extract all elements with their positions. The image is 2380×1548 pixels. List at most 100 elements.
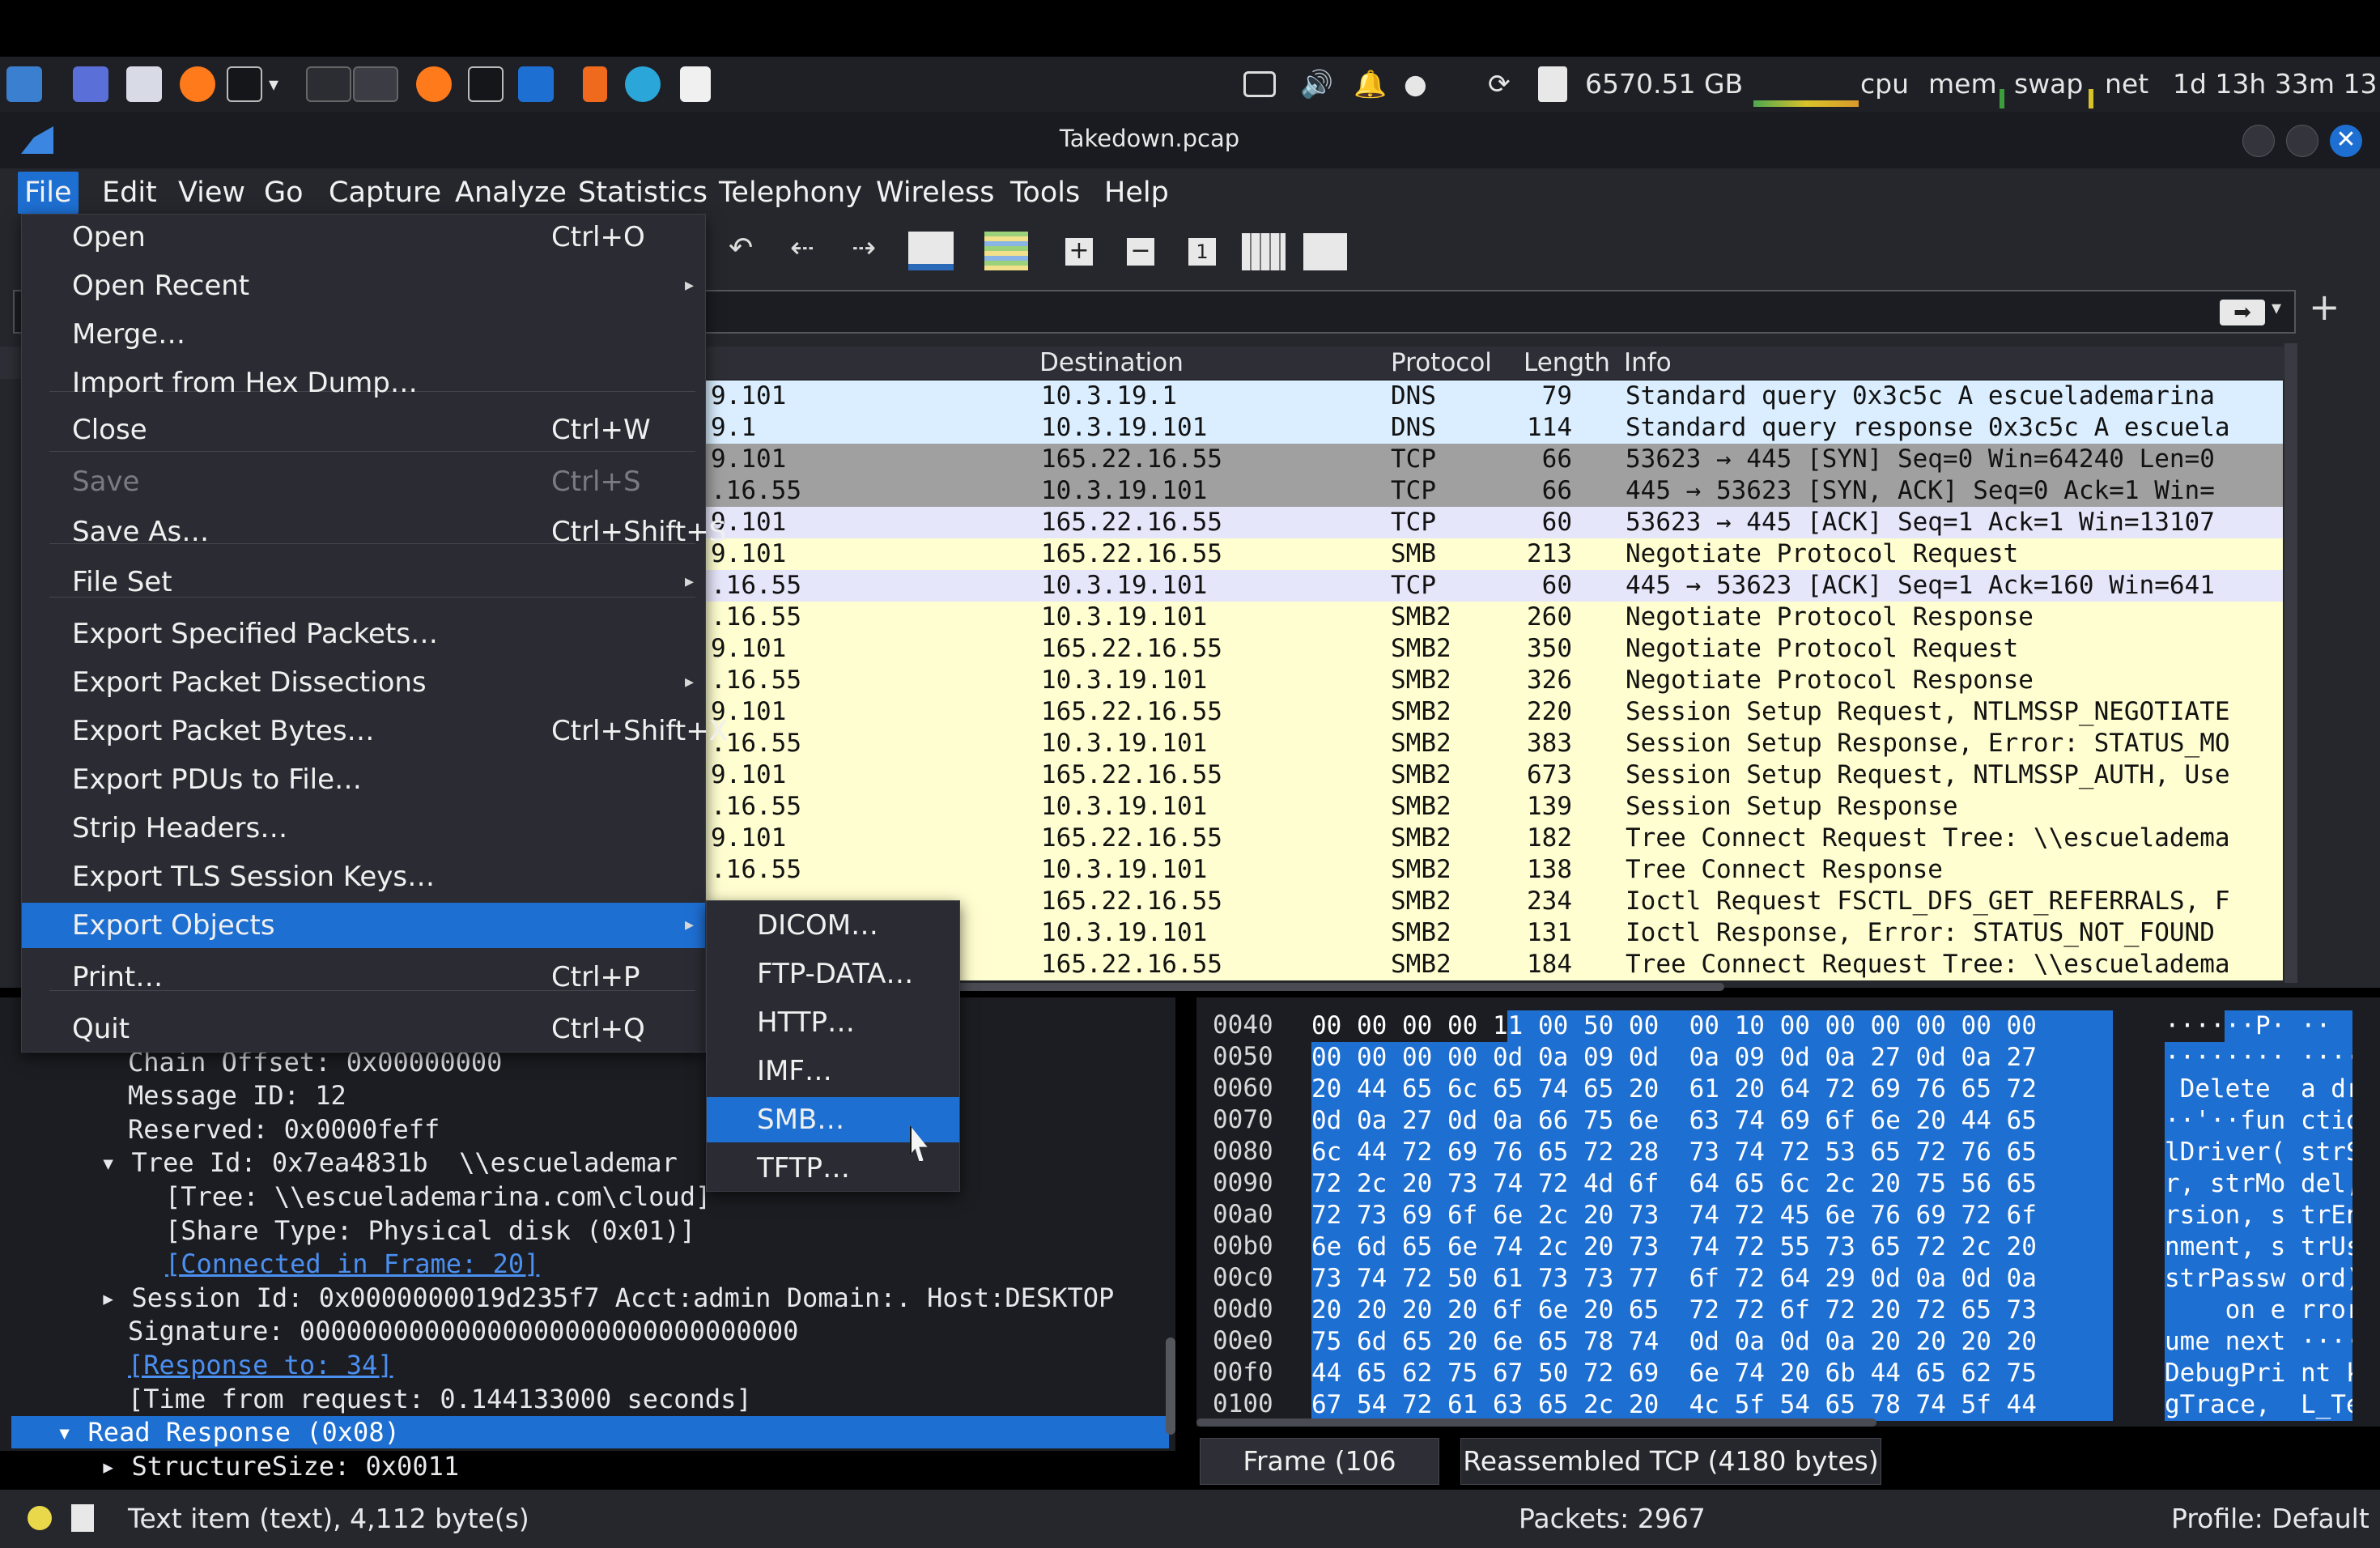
file-menu-item[interactable]: Quit Ctrl+Q (22, 1006, 705, 1052)
menu-statistics[interactable]: Statistics (572, 172, 714, 214)
tree-item[interactable]: Reserved: 0x0000feff (128, 1113, 440, 1146)
menu-wireless[interactable]: Wireless (869, 172, 1001, 214)
file-menu-item[interactable]: File Set ▸ (22, 559, 705, 605)
expert-info-icon[interactable] (28, 1506, 52, 1530)
file-menu-item[interactable]: Export Objects ▸ (22, 903, 705, 948)
tree-item[interactable]: [Time from request: 0.144133000 seconds] (128, 1383, 752, 1415)
wireshark-task-icon[interactable] (518, 66, 554, 102)
close-button[interactable]: ✕ (2330, 125, 2362, 157)
hex-bytes[interactable]: 44 65 62 75 67 50 72 69 6e 74 20 6b 44 6… (1311, 1358, 2113, 1389)
col-destination[interactable]: Destination (1039, 347, 1184, 379)
tree-item[interactable]: [Response to: 34] (128, 1349, 393, 1381)
hex-hscrollbar[interactable] (1196, 1418, 1876, 1427)
update-icon[interactable]: ● (1404, 68, 1427, 100)
tree-item[interactable]: Signature: 00000000000000000000000000000… (128, 1315, 798, 1347)
hex-ascii[interactable]: ········ ····'··' (2165, 1042, 2352, 1074)
capture-comment-icon[interactable] (71, 1504, 94, 1532)
table-row[interactable]: .16.55 10.3.19.101 TCP 66 445 → 53623 [SYN, … (704, 475, 2283, 507)
table-row[interactable]: .16.55 10.3.19.101 SMB2 260 Negotiate Protoc… (704, 602, 2283, 633)
hex-ascii[interactable]: ··'··fun ction De (2165, 1105, 2352, 1137)
hex-bytes[interactable]: 20 44 65 6c 65 74 65 20 61 20 64 72 69 7… (1311, 1074, 2113, 1105)
menu-edit[interactable]: Edit (96, 172, 164, 214)
apply-filter-icon[interactable]: ➡ (2220, 300, 2265, 325)
colorize-icon[interactable] (984, 232, 1028, 270)
hex-ascii[interactable]: gTrace, L_Text_D (2165, 1389, 2352, 1421)
col-protocol[interactable]: Protocol (1391, 347, 1492, 379)
menu-help[interactable]: Help (1098, 172, 1175, 214)
bytes-tab-reassembled[interactable]: Reassembled TCP (4180 bytes) (1460, 1438, 1881, 1485)
table-row[interactable]: 9.101 165.22.16.55 SMB2 182 Tree Connect Req… (704, 823, 2283, 854)
hex-ascii[interactable]: ······P· ·· (2165, 1010, 2352, 1042)
col-info[interactable]: Info (1624, 347, 1672, 379)
table-row[interactable]: 9.101 165.22.16.55 SMB2 220 Session Setup Re… (704, 696, 2283, 728)
export-object-item[interactable]: IMF… (707, 1048, 959, 1094)
hex-bytes[interactable]: 67 54 72 61 63 65 2c 20 4c 5f 54 65 78 7… (1311, 1389, 2113, 1421)
hex-ascii[interactable]: nment, s trUser, (2165, 1231, 2352, 1263)
file-menu-item[interactable]: Export TLS Session Keys… (22, 854, 705, 899)
table-row[interactable]: .16.55 10.3.19.101 SMB2 138 Tree Connect Res… (704, 854, 2283, 886)
hex-ascii[interactable]: r, strMo del, uVe (2165, 1168, 2352, 1200)
file-menu-item[interactable]: Merge… (22, 312, 705, 357)
app-task-icon[interactable] (625, 66, 661, 102)
autoscroll-icon[interactable] (908, 232, 954, 270)
table-row[interactable]: .16.55 10.3.19.101 SMB2 139 Session Setup Re… (704, 791, 2283, 823)
menu-analyze[interactable]: Analyze (448, 172, 573, 214)
file-menu-item[interactable]: Export Specified Packets… (22, 611, 705, 657)
tree-item[interactable]: [Share Type: Physical disk (0x01)] (165, 1214, 695, 1247)
hex-bytes[interactable]: 0d 0a 27 0d 0a 66 75 6e 63 74 69 6f 6e 2… (1311, 1105, 2113, 1137)
file-manager-icon[interactable] (126, 66, 162, 102)
table-row[interactable]: .16.55 10.3.19.101 SMB2 326 Negotiate Protoc… (704, 665, 2283, 696)
workspace-1[interactable] (306, 66, 351, 102)
zoom-out-icon[interactable]: − (1127, 238, 1154, 266)
add-filter-button[interactable]: + (2309, 285, 2340, 329)
tree-item[interactable]: [Tree: \\escuelademarina.com\cloud] (165, 1180, 711, 1213)
file-menu-item[interactable]: Open Recent ▸ (22, 263, 705, 308)
tree-item[interactable]: ▾ Read Response (0x08) (11, 1416, 1169, 1449)
go-first-icon[interactable]: ↶ (729, 232, 753, 265)
menu-capture[interactable]: Capture (322, 172, 448, 214)
tree-item[interactable]: ▾ Tree Id: 0x7ea4831b \\escuelademar (100, 1146, 678, 1179)
hex-ascii[interactable]: lDriver( strServe (2165, 1137, 2352, 1168)
hex-ascii[interactable]: rsion, s trEnviro (2165, 1200, 2352, 1231)
terminal-icon[interactable] (227, 66, 262, 102)
pane-layout-icon[interactable] (1303, 233, 1347, 270)
resize-columns-icon[interactable] (1242, 233, 1286, 270)
menu-view[interactable]: View (172, 172, 252, 214)
table-row[interactable]: 9.101 165.22.16.55 SMB2 673 Session Setup Re… (704, 759, 2283, 791)
file-menu-item[interactable]: Export PDUs to File… (22, 757, 705, 802)
hex-ascii[interactable]: DebugPri nt kDebu (2165, 1358, 2352, 1389)
menu-telephony[interactable]: Telephony (712, 172, 869, 214)
table-row[interactable]: 9.101 165.22.16.55 SMB 213 Negotiate Protoco… (704, 538, 2283, 570)
hex-bytes[interactable]: 6c 44 72 69 76 65 72 28 73 74 72 53 65 7… (1311, 1137, 2113, 1168)
table-row[interactable]: 9.101 165.22.16.55 TCP 66 53623 → 445 [SYN] … (704, 444, 2283, 475)
refresh-icon[interactable]: ⟳ (1488, 68, 1511, 100)
table-row[interactable]: 9.101 165.22.16.55 TCP 60 53623 → 445 [ACK] … (704, 507, 2283, 538)
firefox-icon[interactable] (180, 66, 215, 102)
hex-bytes[interactable]: 00 00 00 00 0d 0a 09 0d 0a 09 0d 0a 27 0… (1311, 1042, 2113, 1074)
maximize-button[interactable] (2286, 125, 2318, 157)
volume-icon[interactable]: 🔊 (1300, 68, 1333, 100)
workspace-2[interactable] (353, 66, 398, 102)
file-menu-item[interactable]: Print… Ctrl+P (22, 955, 705, 1000)
terminal-task-icon[interactable] (468, 66, 504, 102)
details-scrollbar[interactable] (1166, 1337, 1175, 1435)
file-menu-item[interactable]: Open Ctrl+O (22, 215, 705, 260)
hex-bytes[interactable]: 75 6d 65 20 6e 65 78 74 0d 0a 0d 0a 20 2… (1311, 1326, 2113, 1358)
file-menu-item[interactable]: Strip Headers… (22, 806, 705, 851)
export-object-item[interactable]: HTTP… (707, 1000, 959, 1045)
hex-bytes[interactable]: 73 74 72 50 61 73 73 77 6f 72 64 29 0d 0… (1311, 1263, 2113, 1295)
table-row[interactable]: .16.55 10.3.19.101 SMB2 383 Session Setup Re… (704, 728, 2283, 759)
app-menu-icon[interactable] (6, 66, 42, 102)
col-length[interactable]: Length (1524, 347, 1610, 379)
firefox-task-icon[interactable] (416, 66, 452, 102)
menu-go[interactable]: Go (257, 172, 310, 214)
tree-item[interactable]: ▸ StructureSize: 0x0011 (100, 1450, 459, 1482)
tree-item[interactable]: ▸ Session Id: 0x0000000019d235f7 Acct:ad… (100, 1282, 1114, 1314)
file-menu-item[interactable]: Save As… Ctrl+Shift+S (22, 509, 726, 555)
file-menu-item[interactable]: Export Packet Bytes… Ctrl+Shift+X (22, 708, 728, 754)
zoom-in-icon[interactable]: + (1065, 238, 1093, 266)
hex-ascii[interactable]: strPassw ord)···· (2165, 1263, 2352, 1295)
normal-size-icon[interactable]: 1 (1188, 238, 1216, 266)
table-row[interactable]: 9.101 165.22.16.55 SMB2 350 Negotiate Protoc… (704, 633, 2283, 665)
burpsuite-task-icon[interactable] (583, 66, 607, 102)
